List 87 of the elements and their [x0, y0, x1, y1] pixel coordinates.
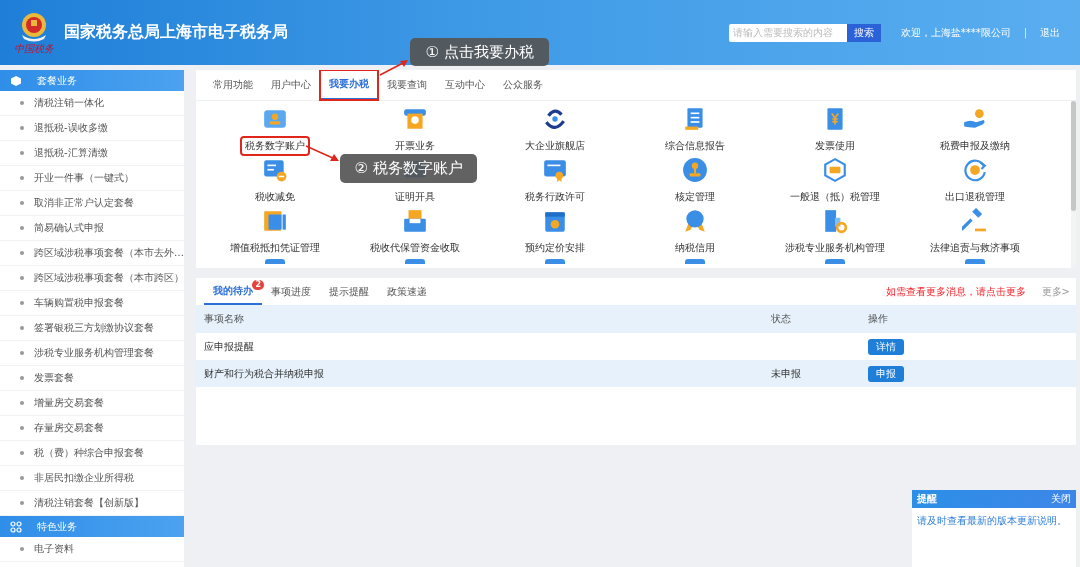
- todo-tab[interactable]: 提示提醒: [320, 278, 378, 305]
- tile-icon: [543, 259, 567, 264]
- sidebar-item[interactable]: 清税注销一体化: [0, 91, 184, 116]
- sidebar-item[interactable]: 非居民扣缴企业所得税: [0, 466, 184, 491]
- main-tab[interactable]: 公众服务: [494, 70, 552, 100]
- todo-tab[interactable]: 事项进度: [262, 278, 320, 305]
- main-tab[interactable]: 用户中心: [262, 70, 320, 100]
- search-button[interactable]: 搜索: [846, 23, 881, 42]
- circular-arrow-icon: [962, 157, 988, 183]
- count-badge: 2: [252, 280, 264, 290]
- grid-icon: [10, 520, 22, 533]
- column-header: 状态: [771, 312, 791, 326]
- sidebar-item[interactable]: 发票套餐: [0, 366, 184, 391]
- service-link[interactable]: 税费申报及缴纳: [937, 138, 1013, 154]
- sidebar-item[interactable]: 跨区域涉税事项套餐（本市跨区）: [0, 266, 184, 291]
- table-cell-text: 财产和行为税合并纳税申报: [203, 366, 325, 381]
- separator: |: [1023, 27, 1027, 38]
- table-cell: 未申报: [771, 366, 801, 381]
- service-link[interactable]: 税收减免: [252, 189, 298, 205]
- callout-label: ② 税务数字账户: [340, 154, 477, 183]
- sidebar-item[interactable]: 增量房交易套餐: [0, 391, 184, 416]
- emblem-icon: [19, 11, 49, 43]
- medal-icon: [682, 208, 708, 234]
- tax-card-icon: [262, 157, 288, 183]
- ticket-icon: [402, 106, 428, 132]
- notice-text: 如需查看更多消息，请点击更多: [885, 284, 1026, 299]
- voucher-icon: [262, 208, 288, 234]
- popup-title: 提醒: [917, 492, 937, 506]
- column-header: 操作: [868, 313, 888, 324]
- tile-icon: [403, 259, 427, 264]
- close-link[interactable]: 关闭: [1051, 492, 1071, 506]
- service-link[interactable]: 法律追责与救济事项: [927, 240, 1023, 256]
- sidebar-item[interactable]: 车辆购置税申报套餐: [0, 291, 184, 316]
- callout-label: ① 点击我要办税: [410, 38, 549, 66]
- gavel-icon: [962, 208, 988, 234]
- service-link[interactable]: 一般退（抵）税管理: [787, 189, 883, 205]
- sidebar-item[interactable]: 签署银税三方划缴协议套餐: [0, 316, 184, 341]
- service-link[interactable]: 税务数字账户: [242, 138, 308, 154]
- stamp-icon: [682, 157, 708, 183]
- sidebar-item[interactable]: 退抵税-误收多缴: [0, 116, 184, 141]
- service-link[interactable]: 证明开具: [392, 189, 438, 205]
- site-title: 国家税务总局上海市电子税务局: [64, 22, 288, 43]
- tile-icon: [683, 259, 707, 264]
- tile-icon: [263, 259, 287, 264]
- sidebar-item[interactable]: 取消非正常户认定套餐: [0, 191, 184, 216]
- column-header: 事项名称: [203, 312, 245, 326]
- service-link[interactable]: 出口退税管理: [942, 189, 1008, 205]
- sidebar-item[interactable]: 涉税专业服务机构管理套餐: [0, 341, 184, 366]
- main-tab[interactable]: 我要办税: [320, 70, 378, 100]
- service-link[interactable]: 税收代保管资金收取: [367, 240, 463, 256]
- sidebar-item[interactable]: 税（费）种综合申报套餐: [0, 441, 184, 466]
- scrollbar-thumb[interactable]: [1071, 101, 1076, 211]
- table-cell-text: 应申报提醒: [203, 339, 255, 354]
- action-button[interactable]: 详情: [868, 338, 904, 355]
- sidebar-item[interactable]: 简易确认式申报: [0, 216, 184, 241]
- sidebar-item[interactable]: 电子资料: [0, 537, 184, 562]
- todo-tab[interactable]: 政策速递: [378, 278, 436, 305]
- sidebar-item[interactable]: 退抵税-汇算清缴: [0, 141, 184, 166]
- service-link[interactable]: 发票使用: [812, 138, 858, 154]
- main-tab[interactable]: 我要查询: [378, 70, 436, 100]
- service-link[interactable]: 大企业旗舰店: [522, 138, 588, 154]
- main-tab[interactable]: 常用功能: [204, 70, 262, 100]
- sidebar-item[interactable]: 跨区域涉税事项套餐（本市去外…: [0, 241, 184, 266]
- tile-icon: [963, 259, 987, 264]
- service-link[interactable]: 预约定价安排: [522, 240, 588, 256]
- popup-message: 请及时查看最新的版本更新说明。: [916, 514, 1068, 528]
- service-link[interactable]: 涉税专业服务机构管理: [782, 240, 888, 256]
- service-link[interactable]: 税务行政许可: [522, 189, 588, 205]
- service-link[interactable]: 增值税抵扣凭证管理: [227, 240, 323, 256]
- action-button[interactable]: 申报: [868, 365, 904, 382]
- service-link[interactable]: 核定管理: [672, 189, 718, 205]
- service-link[interactable]: 开票业务: [392, 138, 438, 154]
- emblem-caption: 中国税务: [14, 44, 54, 54]
- building-gear-icon: [822, 208, 848, 234]
- welcome-text: 欢迎，上海盐****限公司: [900, 25, 1011, 40]
- search-field[interactable]: 请输入需要搜索的内容: [728, 23, 847, 42]
- service-link[interactable]: 纳税信用: [672, 240, 718, 256]
- service-link[interactable]: 综合信息报告: [662, 138, 728, 154]
- arrow: [379, 60, 408, 76]
- tile-icon: [823, 259, 847, 264]
- sidebar-item[interactable]: 开业一件事（一键式）: [0, 166, 184, 191]
- sidebar-item[interactable]: 存量房交易套餐: [0, 416, 184, 441]
- main-tab[interactable]: 互动中心: [436, 70, 494, 100]
- tray-icon: [402, 208, 428, 234]
- arrow: [305, 145, 339, 161]
- cube-icon: [10, 74, 22, 87]
- hexagon-icon: [822, 157, 848, 183]
